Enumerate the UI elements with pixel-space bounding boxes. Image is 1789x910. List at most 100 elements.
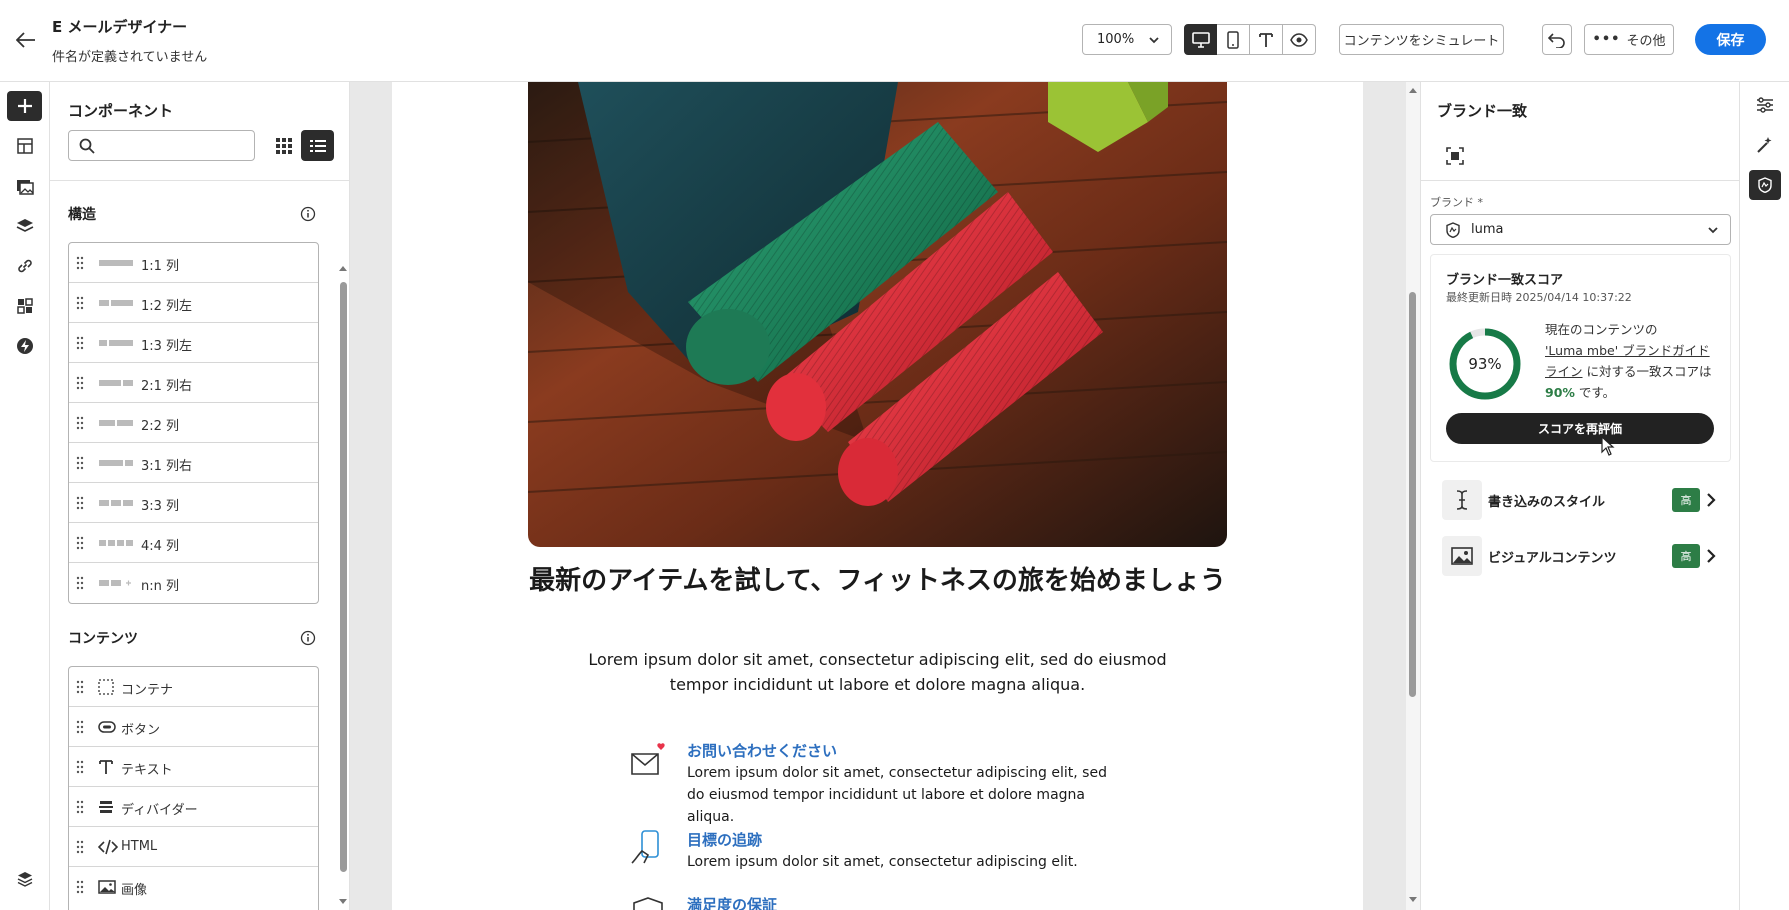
content-item-label: ディバイダー bbox=[121, 803, 198, 818]
info-icon[interactable] bbox=[300, 206, 316, 222]
rail-fragments-button[interactable] bbox=[7, 131, 42, 161]
text-icon bbox=[1259, 32, 1273, 47]
rail-ai-button[interactable] bbox=[7, 331, 42, 361]
feature-desc: Lorem ipsum dolor sit amet, consectetur … bbox=[687, 765, 1107, 825]
chevron-down-icon bbox=[1708, 227, 1718, 234]
email-headline[interactable]: 最新のアイテムを試して、フィットネスの旅を始めましょう bbox=[528, 562, 1227, 600]
list-view-button[interactable] bbox=[301, 130, 334, 161]
drag-handle-icon[interactable] bbox=[76, 335, 84, 351]
text-view-button[interactable] bbox=[1250, 24, 1283, 55]
divider-icon bbox=[99, 801, 113, 813]
scroll-up-icon[interactable] bbox=[338, 264, 348, 272]
drag-handle-icon[interactable] bbox=[76, 575, 84, 591]
structure-item-n-n[interactable]: n:n 列 bbox=[69, 563, 318, 603]
zoom-select[interactable]: 100% bbox=[1082, 24, 1172, 55]
canvas-scrollbar[interactable] bbox=[1407, 82, 1419, 910]
components-title: コンポーネント bbox=[68, 102, 174, 120]
divider bbox=[50, 180, 349, 181]
rail-properties-button[interactable] bbox=[1749, 90, 1781, 120]
save-button[interactable]: 保存 bbox=[1695, 24, 1766, 55]
column-layout-icon bbox=[99, 300, 133, 306]
chevron-right-icon[interactable] bbox=[1705, 492, 1717, 508]
shield-icon bbox=[633, 897, 663, 910]
category-visual-content[interactable]: ビジュアルコンテンツ 高 bbox=[1442, 536, 1727, 576]
drag-handle-icon[interactable] bbox=[76, 679, 84, 695]
drag-handle-icon[interactable] bbox=[76, 295, 84, 311]
content-item-image[interactable]: 画像 bbox=[69, 867, 318, 907]
rail-settings-button[interactable] bbox=[7, 864, 42, 894]
page-subtitle: 件名が定義されていません bbox=[52, 50, 208, 65]
button-icon bbox=[98, 721, 116, 733]
last-updated: 最終更新日時 2025/04/14 10:37:22 bbox=[1446, 291, 1632, 304]
drag-handle-icon[interactable] bbox=[76, 495, 84, 511]
hero-image[interactable] bbox=[528, 82, 1227, 547]
structure-item-1-1[interactable]: 1:1 列 bbox=[69, 243, 318, 283]
structure-item-2-2[interactable]: 2:2 列 bbox=[69, 403, 318, 443]
category-icon bbox=[1442, 480, 1482, 520]
rail-components-button[interactable] bbox=[7, 91, 42, 121]
simulate-content-button[interactable]: コンテンツをシミュレート bbox=[1339, 24, 1504, 55]
rail-personalization-button[interactable] bbox=[7, 291, 42, 321]
drag-handle-icon[interactable] bbox=[76, 375, 84, 391]
drag-handle-icon[interactable] bbox=[76, 839, 84, 855]
structure-item-3-1-right[interactable]: 3:1 列右 bbox=[69, 443, 318, 483]
drag-handle-icon[interactable] bbox=[76, 415, 84, 431]
content-item-divider[interactable]: ディバイダー bbox=[69, 787, 318, 827]
drag-handle-icon[interactable] bbox=[76, 535, 84, 551]
content-item-html[interactable]: HTML bbox=[69, 827, 318, 867]
brand-select[interactable]: luma bbox=[1430, 214, 1731, 245]
drag-handle-icon[interactable] bbox=[76, 759, 84, 775]
back-button[interactable] bbox=[12, 28, 40, 52]
structure-item-1-2-left[interactable]: 1:2 列左 bbox=[69, 283, 318, 323]
components-scrollbar[interactable] bbox=[338, 180, 348, 910]
content-item-text[interactable]: テキスト bbox=[69, 747, 318, 787]
structure-item-4-4[interactable]: 4:4 列 bbox=[69, 523, 318, 563]
more-button[interactable]: ••• その他 bbox=[1584, 24, 1674, 55]
category-writing-style[interactable]: 書き込みのスタイル 高 bbox=[1442, 480, 1727, 520]
rail-brand-alignment-button[interactable] bbox=[1749, 170, 1781, 200]
drag-handle-icon[interactable] bbox=[76, 455, 84, 471]
sliders-icon bbox=[1757, 97, 1773, 113]
content-item-label: テキスト bbox=[121, 763, 173, 778]
rescore-button[interactable]: スコアを再評価 bbox=[1446, 413, 1714, 444]
email-body: 最新のアイテムを試して、フィットネスの旅を始めましょう Lorem ipsum … bbox=[392, 82, 1363, 910]
scroll-thumb[interactable] bbox=[340, 282, 347, 872]
rail-links-button[interactable] bbox=[7, 251, 42, 281]
drag-handle-icon[interactable] bbox=[76, 879, 84, 895]
scroll-down-icon[interactable] bbox=[338, 898, 348, 906]
grid-view-button[interactable] bbox=[267, 130, 300, 161]
info-icon[interactable] bbox=[300, 630, 316, 646]
mobile-view-button[interactable] bbox=[1217, 24, 1250, 55]
drag-handle-icon[interactable] bbox=[76, 719, 84, 735]
rail-layers-button[interactable] bbox=[7, 211, 42, 241]
desktop-view-button[interactable] bbox=[1184, 24, 1217, 55]
images-icon bbox=[16, 180, 34, 195]
structure-item-3-3[interactable]: 3:3 列 bbox=[69, 483, 318, 523]
column-layout-icon bbox=[99, 380, 133, 386]
chevron-right-icon[interactable] bbox=[1705, 548, 1717, 564]
structure-item-1-3-left[interactable]: 1:3 列左 bbox=[69, 323, 318, 363]
search-input[interactable] bbox=[101, 131, 251, 159]
scroll-up-icon[interactable] bbox=[1408, 86, 1418, 94]
preview-button[interactable] bbox=[1283, 24, 1316, 55]
column-layout-icon bbox=[99, 540, 133, 546]
scroll-thumb[interactable] bbox=[1409, 292, 1416, 697]
drag-handle-icon[interactable] bbox=[76, 799, 84, 815]
content-item-button[interactable]: ボタン bbox=[69, 707, 318, 747]
score-title: ブランド一致スコア bbox=[1446, 273, 1564, 288]
fragment-icon bbox=[16, 138, 33, 154]
plus-icon bbox=[17, 99, 32, 113]
category-label: 書き込みのスタイル bbox=[1488, 495, 1606, 510]
rail-assets-button[interactable] bbox=[7, 171, 42, 201]
drag-handle-icon[interactable] bbox=[76, 255, 84, 271]
brand-label: ブランド * bbox=[1430, 194, 1483, 210]
rail-ai-assistant-button[interactable] bbox=[1749, 130, 1781, 160]
component-search[interactable] bbox=[68, 130, 255, 161]
structure-item-2-1-right[interactable]: 2:1 列右 bbox=[69, 363, 318, 403]
content-item-container[interactable]: コンテナ bbox=[69, 667, 318, 707]
email-body-text[interactable]: Lorem ipsum dolor sit amet, consectetur … bbox=[572, 647, 1183, 697]
undo-button[interactable] bbox=[1542, 24, 1572, 55]
fit-button[interactable] bbox=[1443, 144, 1467, 168]
scroll-down-icon[interactable] bbox=[1408, 896, 1418, 904]
hero-photo bbox=[528, 82, 1227, 547]
